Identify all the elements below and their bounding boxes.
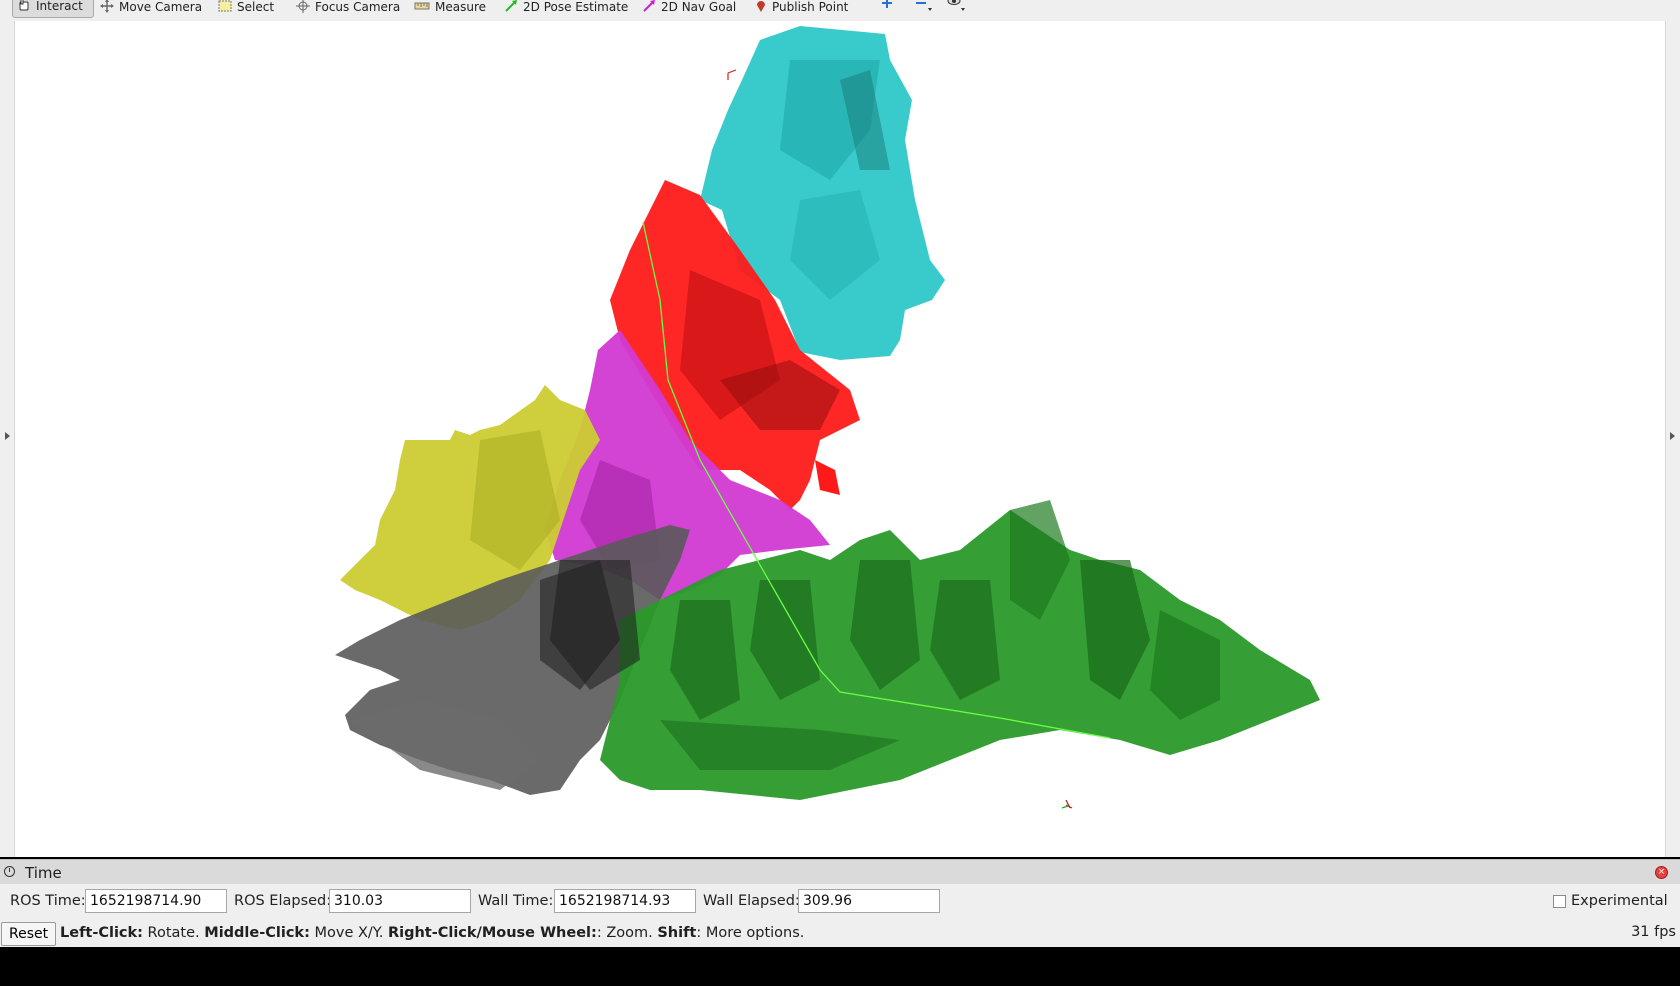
ros-time-label: ROS Time: [10,893,86,909]
wall-elapsed-label: Wall Elapsed: [703,893,800,909]
left-panel-collapse-handle[interactable] [0,21,15,857]
green-arrow-icon [504,0,518,16]
3d-render-viewport[interactable] [0,21,1680,857]
help-move: Move X/Y. [309,925,388,941]
experimental-label: Experimental [1571,893,1668,909]
help-more: : More options. [696,925,805,941]
mouse-help-text: Left-Click: Rotate. Middle-Click: Move X… [60,925,804,941]
tool-label: Move Camera [119,0,203,14]
ruler-icon [414,0,430,16]
minus-icon[interactable] [914,0,934,16]
wall-time-field[interactable] [554,889,696,913]
help-left-click: Left-Click: [60,925,143,941]
time-panel-title-bar: Time × [0,859,1680,885]
ros-elapsed-field[interactable] [329,889,471,913]
tool-label: 2D Nav Goal [661,0,737,14]
help-shift: Shift [657,925,697,941]
tool-label: Focus Camera [315,0,401,14]
close-panel-button[interactable]: × [1655,866,1668,879]
tool-focus-camera[interactable]: Focus Camera [296,0,400,19]
tool-interact[interactable]: Interact [12,0,94,18]
tool-measure[interactable]: Measure [414,0,486,19]
time-panel: ROS Time: ROS Elapsed: Wall Time: Wall E… [0,884,1680,920]
clock-icon [4,866,15,877]
magenta-arrow-icon [642,0,656,16]
experimental-checkbox[interactable] [1553,895,1566,908]
help-zoom: : Zoom. [596,925,658,941]
wall-time-label: Wall Time: [478,893,554,909]
focus-crosshair-icon [296,0,310,16]
plus-icon[interactable] [880,0,894,14]
chevron-right-icon [5,432,10,440]
tool-move-camera[interactable]: Move Camera [100,0,202,19]
select-box-icon [218,0,232,16]
tool-publish-point[interactable]: Publish Point [755,0,848,19]
time-panel-title: Time [25,864,62,882]
tool-select[interactable]: Select [218,0,274,19]
tool-label: Measure [435,0,486,14]
right-panel-collapse-handle[interactable] [1665,21,1680,857]
ros-time-field[interactable] [85,889,227,913]
hand-cursor-icon [17,0,31,15]
status-bar: Reset Left-Click: Rotate. Middle-Click: … [0,920,1680,947]
map-pin-icon [755,0,767,16]
move-arrows-icon [100,0,114,16]
eye-icon[interactable] [947,0,967,16]
help-rotate: Rotate. [142,925,205,941]
ros-elapsed-label: ROS Elapsed: [234,893,332,909]
point-cloud-map-render[interactable] [0,21,1680,857]
tool-label: Select [237,0,275,14]
tool-2d-pose-estimate[interactable]: 2D Pose Estimate [504,0,628,19]
desktop-background [0,947,1680,986]
chevron-right-icon [1670,432,1675,440]
wall-elapsed-field[interactable] [798,889,940,913]
fps-counter: 31 fps [1631,924,1676,940]
tool-2d-nav-goal[interactable]: 2D Nav Goal [642,0,736,19]
tool-label: Publish Point [772,0,849,14]
help-right-click: Right-Click/Mouse Wheel: [387,925,597,941]
tool-label: 2D Pose Estimate [523,0,629,14]
tool-label: Interact [36,0,83,13]
help-middle-click: Middle-Click: [204,925,310,941]
reset-button[interactable]: Reset [1,922,57,946]
rviz-toolbar: Interact Move Camera Select Focus Camera… [0,0,1680,22]
